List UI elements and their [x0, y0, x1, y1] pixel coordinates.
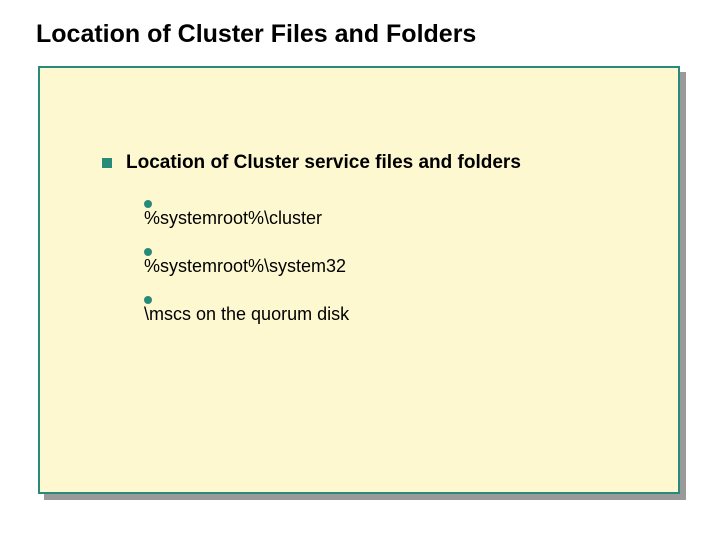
- section-heading-text: Location of Cluster service files and fo…: [126, 152, 521, 174]
- list-item-text: \mscs on the quorum disk: [144, 304, 349, 325]
- content-box: [38, 66, 680, 494]
- slide-title: Location of Cluster Files and Folders: [36, 20, 476, 49]
- list-item: %systemroot%\cluster: [144, 200, 322, 229]
- list-item-text: %systemroot%\system32: [144, 256, 346, 277]
- round-bullet-icon: [144, 296, 152, 304]
- list-item: %systemroot%\system32: [144, 248, 346, 277]
- square-bullet-icon: [102, 158, 112, 168]
- round-bullet-icon: [144, 248, 152, 256]
- list-item-text: %systemroot%\cluster: [144, 208, 322, 229]
- list-item: \mscs on the quorum disk: [144, 296, 349, 325]
- section-heading: Location of Cluster service files and fo…: [102, 152, 521, 174]
- round-bullet-icon: [144, 200, 152, 208]
